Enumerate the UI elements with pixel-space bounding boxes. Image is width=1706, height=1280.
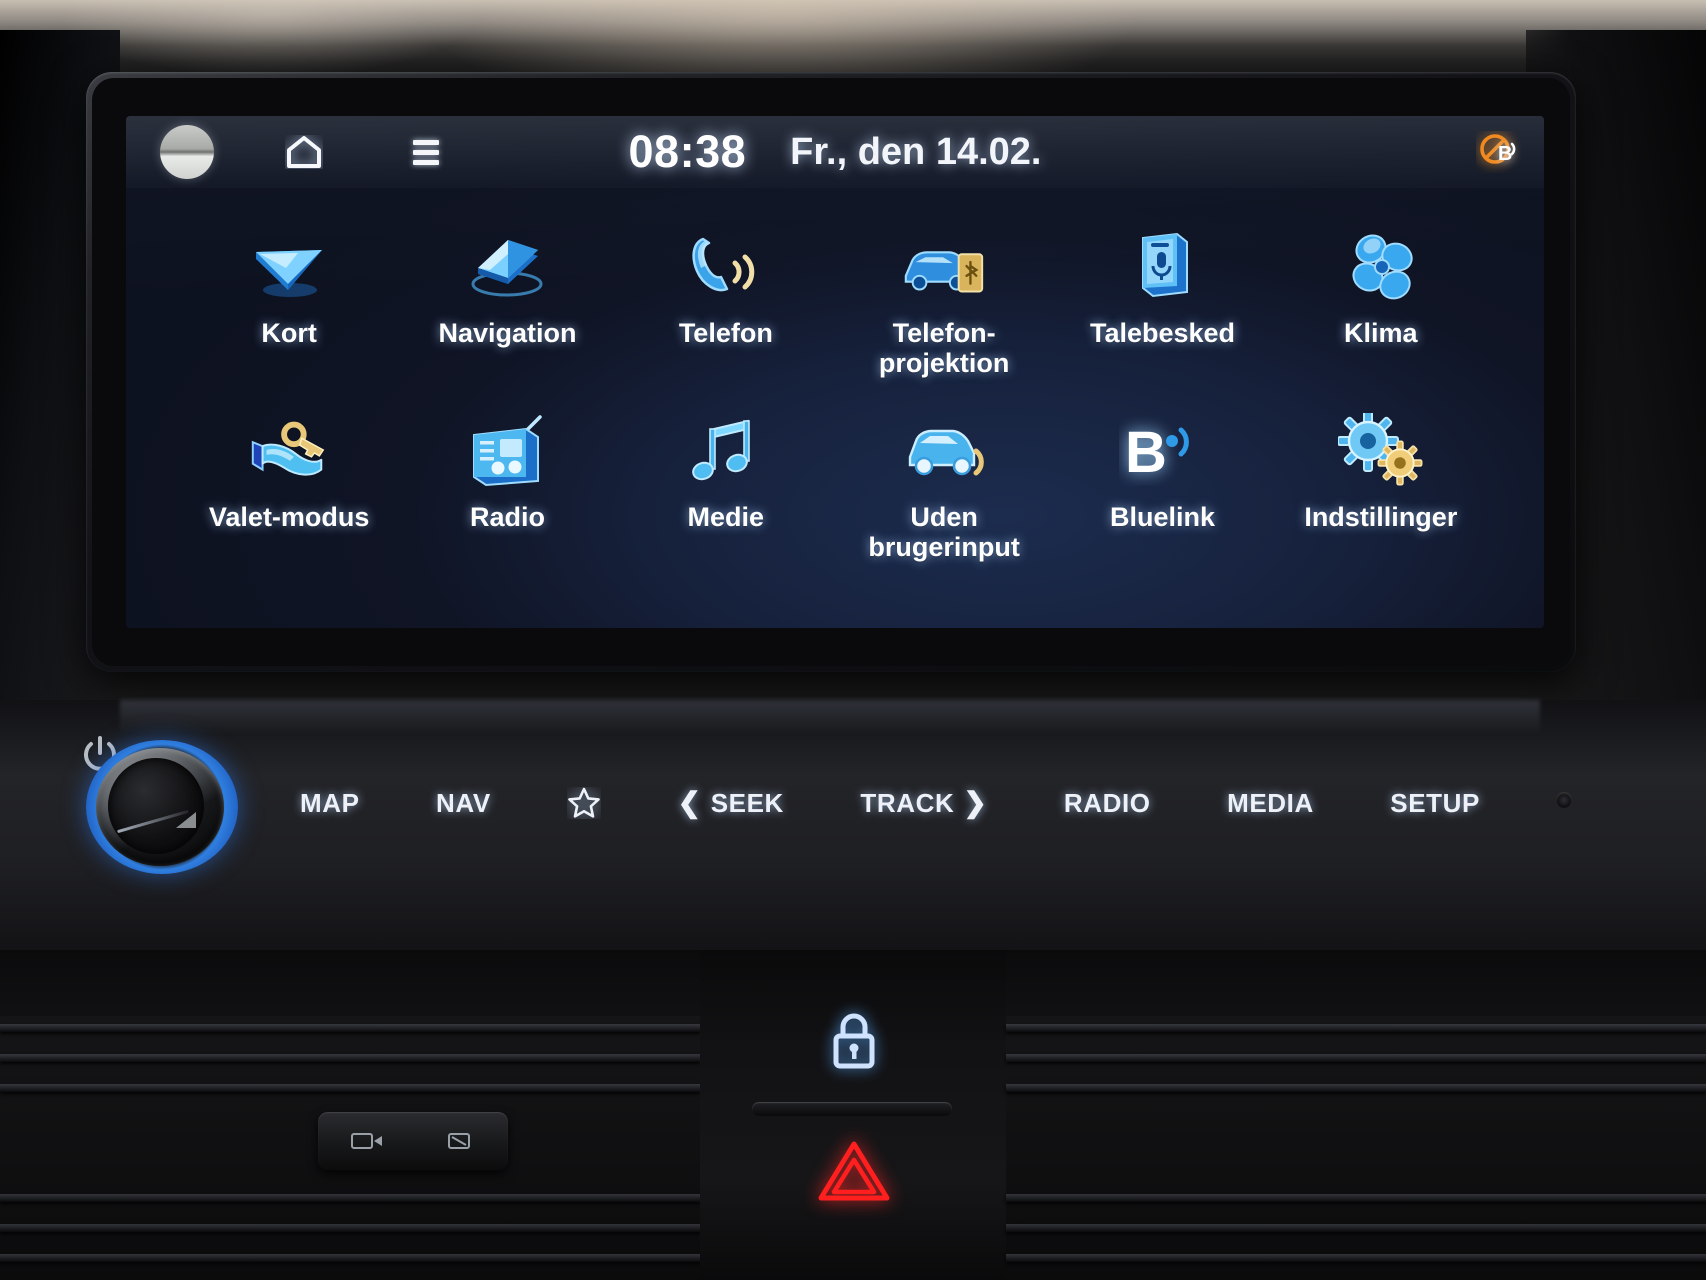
radio-receiver-icon xyxy=(461,412,553,490)
app-tile-radio[interactable]: Radio xyxy=(398,406,616,578)
vent-direction-icon xyxy=(350,1133,382,1149)
bluelink-disconnected-icon: B xyxy=(1480,134,1516,165)
hard-key-label: NAV xyxy=(436,787,491,818)
hard-key-map[interactable]: MAP xyxy=(300,788,360,819)
hand-key-icon xyxy=(243,412,335,490)
app-label: Bluelink xyxy=(1109,502,1215,532)
car-phone-projection-icon xyxy=(898,228,990,306)
star-favorite-icon xyxy=(568,787,601,818)
music-note-icon xyxy=(680,412,772,490)
voice-memo-microphone-icon xyxy=(1116,228,1208,306)
app-label: Uden brugerinput xyxy=(868,502,1020,563)
chevron-right-icon: ❯ xyxy=(963,787,988,818)
app-label: Valet-modus xyxy=(208,502,370,532)
center-control-stack xyxy=(700,950,1006,1280)
chevron-left-icon: ❮ xyxy=(677,787,702,818)
app-tile-indstillinger[interactable]: Indstillinger xyxy=(1272,406,1490,578)
status-indicators: B xyxy=(1476,131,1522,173)
profile-avatar-icon[interactable] xyxy=(160,125,214,179)
svg-text:B: B xyxy=(1125,420,1167,485)
panel-gloss xyxy=(120,700,1540,734)
app-label: Navigation xyxy=(438,318,577,348)
hard-key-setup[interactable]: SETUP xyxy=(1390,788,1480,819)
knob-face xyxy=(108,758,204,854)
app-label: Kort xyxy=(261,318,317,348)
hazard-warning-button[interactable] xyxy=(764,1110,944,1240)
app-label: Telefon xyxy=(678,318,773,348)
knob-position-marker xyxy=(176,812,196,828)
app-tile-valet-modus[interactable]: Valet-modus xyxy=(180,406,398,578)
hard-key-track[interactable]: TRACK ❯ xyxy=(860,788,987,819)
app-tile-telefon[interactable]: Telefon xyxy=(617,222,835,394)
app-tile-klima[interactable]: Klima xyxy=(1272,222,1490,394)
infotainment-screen[interactable]: 08:38 Fr., den 14.02. B Kort Navigation … xyxy=(126,116,1544,628)
door-lock-icon xyxy=(833,1013,875,1069)
hard-key-label: MEDIA xyxy=(1227,787,1314,818)
clock-group: 08:38 Fr., den 14.02. xyxy=(126,116,1544,188)
home-button[interactable] xyxy=(280,128,328,176)
hard-key-radio[interactable]: RADIO xyxy=(1064,788,1151,819)
vent-close-icon xyxy=(447,1133,470,1149)
hard-key-nav[interactable]: NAV xyxy=(436,788,491,819)
hard-key-label: RADIO xyxy=(1063,787,1151,818)
bluelink-b-icon: B xyxy=(1116,412,1208,490)
app-tile-bluelink[interactable]: B Bluelink xyxy=(1053,406,1271,578)
folded-map-icon xyxy=(461,228,553,306)
vent-slats xyxy=(1006,1016,1706,1280)
hard-key-list: MAP NAV ❮ SEEK TRACK ❯ RADIO MEDIA SETUP xyxy=(300,758,1480,848)
app-label: Telefon- projektion xyxy=(878,318,1010,379)
hard-key-label: SETUP xyxy=(1390,787,1480,818)
app-label: Indstillinger xyxy=(1304,502,1458,532)
app-tile-navigation[interactable]: Navigation xyxy=(398,222,616,394)
svg-text:B: B xyxy=(1498,143,1512,165)
hard-key-favorite[interactable] xyxy=(567,787,601,819)
navigation-arrow-icon xyxy=(243,228,335,306)
clock-time: 08:38 xyxy=(628,126,747,177)
app-tile-medie[interactable]: Medie xyxy=(617,406,835,578)
hard-key-media[interactable]: MEDIA xyxy=(1227,788,1314,819)
status-bar: 08:38 Fr., den 14.02. B xyxy=(126,116,1544,188)
reset-pinhole[interactable] xyxy=(1556,792,1572,808)
menu-button[interactable] xyxy=(402,128,450,176)
app-grid: Kort Navigation Telefon Telefon- projekt… xyxy=(126,188,1544,578)
dashboard-photo: 08:38 Fr., den 14.02. B Kort Navigation … xyxy=(0,0,1706,1280)
hard-key-label: MAP xyxy=(300,787,360,818)
door-lock-button[interactable] xyxy=(764,986,944,1096)
hazard-warning-triangle-icon xyxy=(818,1141,890,1201)
app-label: Talebesked xyxy=(1089,318,1236,348)
hard-key-seek[interactable]: ❮ SEEK xyxy=(678,788,784,819)
phone-handset-icon xyxy=(680,228,772,306)
home-icon xyxy=(287,136,321,168)
air-vent-right xyxy=(1006,1016,1706,1280)
clock-date: Fr., den 14.02. xyxy=(790,130,1042,173)
volume-power-knob[interactable] xyxy=(78,736,248,878)
vent-control-left[interactable] xyxy=(318,1112,508,1170)
app-tile-telefon-projektion[interactable]: Telefon- projektion xyxy=(835,222,1053,394)
app-tile-talebesked[interactable]: Talebesked xyxy=(1053,222,1271,394)
app-tile-uden-brugerinput[interactable]: Uden brugerinput xyxy=(835,406,1053,578)
car-assist-icon xyxy=(898,412,990,490)
air-vent-left xyxy=(0,1016,700,1280)
hard-key-label: SEEK xyxy=(710,787,784,818)
hard-key-panel: MAP NAV ❮ SEEK TRACK ❯ RADIO MEDIA SETUP xyxy=(0,700,1706,950)
app-label: Radio xyxy=(469,502,545,532)
hamburger-menu-icon xyxy=(413,139,439,165)
display-bezel-inner: 08:38 Fr., den 14.02. B Kort Navigation … xyxy=(92,78,1570,666)
lower-console xyxy=(0,950,1706,1280)
hard-key-label: TRACK xyxy=(860,787,955,818)
knob-body[interactable] xyxy=(96,748,224,866)
settings-gears-icon xyxy=(1335,412,1427,490)
app-label: Medie xyxy=(687,502,765,532)
app-label: Klima xyxy=(1344,318,1418,348)
display-bezel: 08:38 Fr., den 14.02. B Kort Navigation … xyxy=(86,72,1576,672)
climate-fan-icon xyxy=(1335,228,1427,306)
app-tile-kort[interactable]: Kort xyxy=(180,222,398,394)
